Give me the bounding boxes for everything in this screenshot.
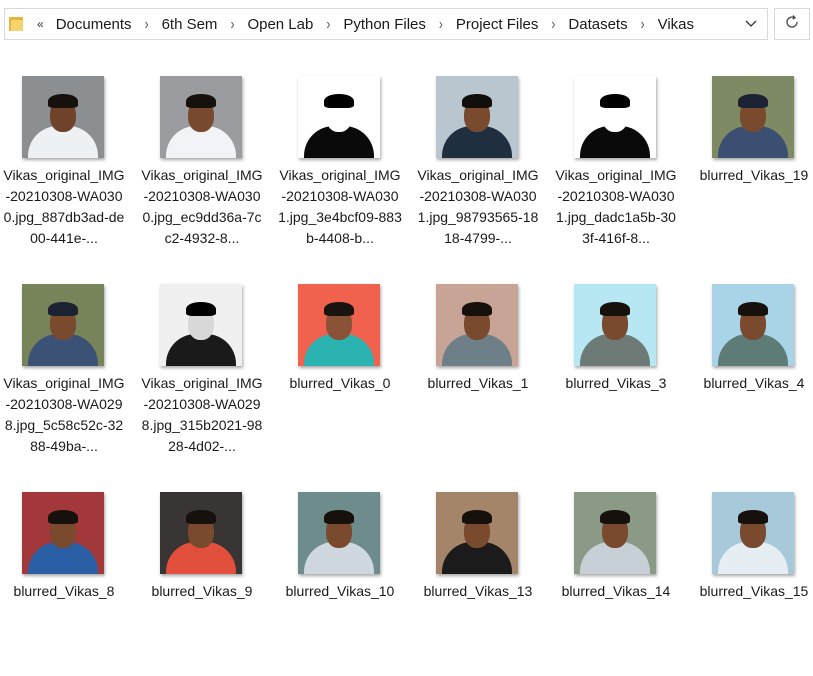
file-item[interactable]: blurred_Vikas_19 bbox=[690, 60, 813, 260]
refresh-button[interactable] bbox=[774, 8, 810, 40]
file-item[interactable]: Vikas_original_IMG-20210308-WA0300.jpg_8… bbox=[0, 60, 128, 260]
image-thumbnail[interactable] bbox=[436, 76, 518, 158]
file-name-label: blurred_Vikas_10 bbox=[285, 583, 395, 599]
chevron-right-icon[interactable]: › bbox=[635, 15, 651, 33]
image-thumbnail[interactable] bbox=[712, 284, 794, 366]
file-item[interactable]: blurred_Vikas_14 bbox=[552, 476, 680, 676]
thumbnail-part bbox=[186, 510, 216, 524]
thumbnail-part bbox=[600, 510, 630, 524]
file-name-label: Vikas_original_IMG-20210308-WA0301.jpg_d… bbox=[555, 167, 677, 246]
file-item[interactable]: blurred_Vikas_9 bbox=[138, 476, 266, 676]
refresh-icon bbox=[784, 14, 800, 35]
image-thumbnail[interactable] bbox=[22, 492, 104, 574]
breadcrumb-overflow-button[interactable]: « bbox=[37, 17, 44, 31]
thumbnail-part bbox=[738, 302, 768, 316]
file-item[interactable]: blurred_Vikas_1 bbox=[414, 268, 542, 468]
file-name-label: blurred_Vikas_1 bbox=[427, 375, 529, 391]
breadcrumb-documents[interactable]: Documents bbox=[49, 16, 139, 33]
file-item[interactable]: blurred_Vikas_13 bbox=[414, 476, 542, 676]
thumbnail-part bbox=[324, 302, 354, 316]
image-thumbnail[interactable] bbox=[160, 284, 242, 366]
breadcrumb-datasets[interactable]: Datasets bbox=[561, 16, 634, 33]
folder-icon bbox=[9, 17, 25, 31]
file-name-label: blurred_Vikas_19 bbox=[699, 167, 809, 183]
image-thumbnail[interactable] bbox=[436, 284, 518, 366]
file-name-label: Vikas_original_IMG-20210308-WA0298.jpg_3… bbox=[141, 375, 263, 454]
image-thumbnail[interactable] bbox=[160, 492, 242, 574]
thumbnail-part bbox=[462, 510, 492, 524]
image-thumbnail[interactable] bbox=[574, 284, 656, 366]
file-item[interactable]: blurred_Vikas_3 bbox=[552, 268, 680, 468]
thumbnail-part bbox=[186, 302, 216, 316]
image-thumbnail[interactable] bbox=[22, 76, 104, 158]
chevron-down-icon[interactable] bbox=[741, 9, 761, 39]
image-thumbnail[interactable] bbox=[298, 76, 380, 158]
file-item[interactable]: Vikas_original_IMG-20210308-WA0301.jpg_3… bbox=[276, 60, 404, 260]
chevron-right-icon[interactable]: › bbox=[545, 15, 561, 33]
file-item[interactable]: blurred_Vikas_4 bbox=[690, 268, 813, 468]
file-item[interactable]: Vikas_original_IMG-20210308-WA0301.jpg_9… bbox=[414, 60, 542, 260]
file-name-label: blurred_Vikas_4 bbox=[703, 375, 805, 391]
file-name-label: blurred_Vikas_8 bbox=[13, 583, 115, 599]
file-name-label: Vikas_original_IMG-20210308-WA0301.jpg_3… bbox=[278, 167, 402, 246]
thumbnail-part bbox=[48, 94, 78, 108]
file-name-label: blurred_Vikas_13 bbox=[423, 583, 533, 599]
file-name-label: Vikas_original_IMG-20210308-WA0298.jpg_5… bbox=[3, 375, 125, 454]
file-item[interactable]: Vikas_original_IMG-20210308-WA0301.jpg_d… bbox=[552, 60, 680, 260]
file-item[interactable]: blurred_Vikas_10 bbox=[276, 476, 404, 676]
address-bar-area: « Documents › 6th Sem › Open Lab › Pytho… bbox=[0, 0, 813, 48]
file-item[interactable]: blurred_Vikas_0 bbox=[276, 268, 404, 468]
thumbnail-part bbox=[600, 94, 630, 108]
thumbnail-part bbox=[186, 94, 216, 108]
breadcrumb-6th-sem[interactable]: 6th Sem bbox=[155, 16, 225, 33]
file-item[interactable]: Vikas_original_IMG-20210308-WA0298.jpg_5… bbox=[0, 268, 128, 468]
thumbnail-part bbox=[324, 94, 354, 108]
file-name-label: blurred_Vikas_0 bbox=[289, 375, 391, 391]
image-thumbnail[interactable] bbox=[574, 76, 656, 158]
image-thumbnail[interactable] bbox=[298, 492, 380, 574]
thumbnail-part bbox=[600, 302, 630, 316]
thumbnail-part bbox=[738, 94, 768, 108]
address-bar[interactable]: « Documents › 6th Sem › Open Lab › Pytho… bbox=[4, 8, 768, 40]
chevron-right-icon[interactable]: › bbox=[433, 15, 449, 33]
file-name-label: blurred_Vikas_14 bbox=[561, 583, 671, 599]
thumbnail-part bbox=[324, 510, 354, 524]
image-thumbnail[interactable] bbox=[712, 492, 794, 574]
file-name-label: blurred_Vikas_3 bbox=[565, 375, 667, 391]
file-grid: Vikas_original_IMG-20210308-WA0300.jpg_8… bbox=[0, 60, 813, 636]
image-thumbnail[interactable] bbox=[160, 76, 242, 158]
file-name-label: Vikas_original_IMG-20210308-WA0300.jpg_e… bbox=[141, 167, 263, 246]
chevron-right-icon[interactable]: › bbox=[320, 15, 336, 33]
breadcrumb-project-files[interactable]: Project Files bbox=[449, 16, 546, 33]
file-name-label: blurred_Vikas_15 bbox=[699, 583, 809, 599]
chevron-right-icon[interactable]: › bbox=[139, 15, 155, 33]
thumbnail-part bbox=[738, 510, 768, 524]
thumbnail-part bbox=[462, 94, 492, 108]
file-item[interactable]: blurred_Vikas_15 bbox=[690, 476, 813, 676]
breadcrumb-python-files[interactable]: Python Files bbox=[336, 16, 433, 33]
thumbnail-part bbox=[48, 510, 78, 524]
breadcrumb-vikas[interactable]: Vikas bbox=[651, 16, 701, 33]
image-thumbnail[interactable] bbox=[436, 492, 518, 574]
thumbnail-part bbox=[48, 302, 78, 316]
file-name-label: Vikas_original_IMG-20210308-WA0301.jpg_9… bbox=[417, 167, 539, 246]
file-item[interactable]: Vikas_original_IMG-20210308-WA0300.jpg_e… bbox=[138, 60, 266, 260]
image-thumbnail[interactable] bbox=[712, 76, 794, 158]
breadcrumb-open-lab[interactable]: Open Lab bbox=[240, 16, 320, 33]
chevron-right-icon[interactable]: › bbox=[224, 15, 240, 33]
image-thumbnail[interactable] bbox=[298, 284, 380, 366]
file-name-label: Vikas_original_IMG-20210308-WA0300.jpg_8… bbox=[3, 167, 125, 246]
image-thumbnail[interactable] bbox=[574, 492, 656, 574]
file-item[interactable]: blurred_Vikas_8 bbox=[0, 476, 128, 676]
file-item[interactable]: Vikas_original_IMG-20210308-WA0298.jpg_3… bbox=[138, 268, 266, 468]
thumbnail-part bbox=[462, 302, 492, 316]
file-name-label: blurred_Vikas_9 bbox=[151, 583, 253, 599]
image-thumbnail[interactable] bbox=[22, 284, 104, 366]
